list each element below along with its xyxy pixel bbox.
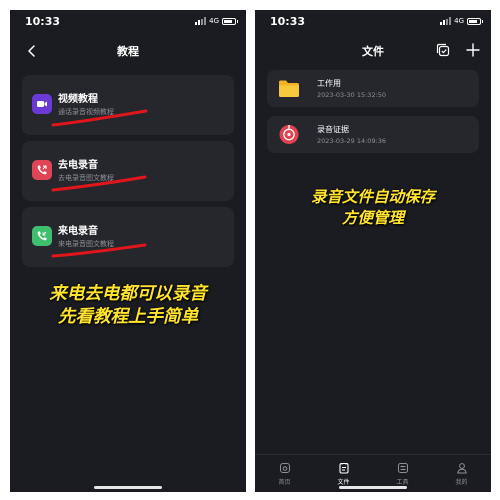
network-type: 4G	[209, 17, 219, 25]
tutorial-item-outgoing[interactable]: 去电录音 去电录音图文教程	[22, 141, 234, 201]
tab-label: 我的	[455, 479, 468, 486]
tutorial-item-video[interactable]: 视频教程 通话录音视频教程	[22, 75, 234, 135]
promo-caption-line: 录音文件自动保存	[310, 188, 435, 206]
battery-icon	[222, 17, 238, 25]
page-title: 教程	[117, 45, 139, 58]
folder-icon	[279, 80, 299, 97]
file-date: 2023-03-29 14:09:36	[317, 137, 387, 145]
signal-icon	[440, 17, 452, 25]
nav-bar: 教程	[10, 40, 246, 64]
battery-icon	[467, 17, 483, 25]
tab-home[interactable]: 首页	[255, 455, 314, 492]
status-time: 10:33	[270, 15, 306, 28]
tab-label: 工具	[396, 479, 409, 486]
status-bar: 10:33 4G	[10, 10, 246, 36]
home-indicator	[94, 486, 162, 489]
file-name: 录音证据	[317, 125, 349, 134]
tutorial-subtitle: 通话录音视频教程	[58, 108, 114, 116]
tutorial-item-incoming[interactable]: 来电录音 来电录音图文教程	[22, 207, 234, 267]
tutorial-title: 视频教程	[58, 94, 98, 105]
status-bar: 10:33 4G	[255, 10, 491, 36]
promo-caption: 来电去电都可以录音 先看教程上手简单	[10, 283, 246, 329]
tab-label: 文件	[337, 479, 350, 486]
files-screen: 10:33 4G 文件 工作用 2023-03-30 15:32:50 录音证据…	[255, 10, 491, 492]
video-icon	[32, 94, 52, 114]
home-indicator	[339, 486, 407, 489]
tutorial-title: 去电录音	[58, 160, 98, 171]
network-type: 4G	[454, 17, 464, 25]
tutorial-screen: 10:33 4G 教程 视频教程 通话录音视频教程 去电录音 去电录音图文教程 …	[10, 10, 246, 492]
promo-caption-line: 来电去电都可以录音	[49, 284, 207, 304]
file-item-folder[interactable]: 工作用 2023-03-30 15:32:50	[267, 70, 479, 107]
tutorial-subtitle: 去电录音图文教程	[58, 174, 114, 182]
file-item-recording[interactable]: 录音证据 2023-03-29 14:09:36	[267, 116, 479, 153]
tab-mine[interactable]: 我的	[432, 455, 491, 492]
user-icon	[456, 463, 467, 474]
tutorial-title: 来电录音	[58, 226, 98, 237]
tutorial-subtitle: 来电录音图文教程	[58, 240, 114, 248]
phone-out-icon	[32, 160, 52, 180]
status-time: 10:33	[25, 15, 61, 28]
nav-bar: 文件	[255, 40, 491, 64]
add-icon[interactable]	[465, 42, 481, 58]
signal-icon	[195, 17, 207, 25]
file-icon	[338, 462, 349, 474]
file-date: 2023-03-30 15:32:50	[317, 91, 387, 99]
record-icon	[279, 125, 299, 144]
promo-caption-line: 先看教程上手简单	[58, 307, 198, 327]
tab-label: 首页	[278, 479, 291, 486]
promo-caption: 录音文件自动保存 方便管理	[255, 187, 491, 229]
promo-caption-line: 方便管理	[341, 209, 404, 227]
home-icon	[279, 463, 290, 473]
phone-in-icon	[32, 226, 52, 246]
tools-icon	[397, 463, 408, 473]
multi-select-icon[interactable]	[435, 42, 451, 58]
file-name: 工作用	[317, 79, 341, 88]
